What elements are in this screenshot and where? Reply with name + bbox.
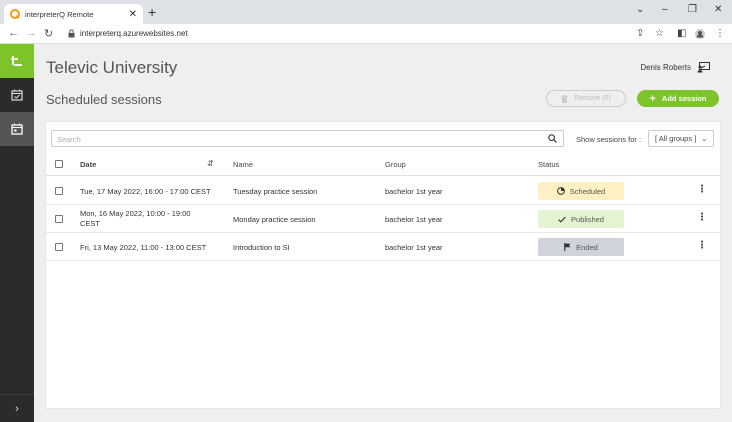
restore-icon[interactable]: ❐	[688, 4, 697, 15]
status-badge: Ended	[538, 238, 624, 256]
row-actions-icon[interactable]: ⋮	[697, 185, 707, 195]
sidebar-item-scheduled[interactable]	[0, 112, 34, 146]
televic-logo-icon	[11, 56, 22, 66]
row-checkbox[interactable]	[55, 243, 63, 251]
app-logo[interactable]	[0, 44, 34, 78]
row-actions-icon[interactable]: ⋮	[697, 213, 707, 223]
row-actions-icon[interactable]: ⋮	[697, 241, 707, 251]
table-header: Date ⇵ Name Group Status	[46, 152, 720, 176]
bookmark-star-icon[interactable]: ☆	[655, 28, 664, 39]
row-checkbox[interactable]	[55, 187, 63, 195]
row-name: Introduction to SI	[233, 243, 290, 252]
row-date: Mon, 16 May 2022, 10:00 - 19:00 CEST	[80, 209, 191, 228]
row-group: bachelor 1st year	[385, 187, 443, 196]
tab-close-icon[interactable]: ✕	[129, 9, 137, 20]
chevron-down-icon: ⌄	[701, 135, 708, 143]
status-text: Scheduled	[569, 186, 606, 196]
app: › Televic University Denis Roberts Sched…	[0, 44, 732, 422]
row-name: Tuesday practice session	[233, 187, 318, 196]
share-icon[interactable]: ⇪	[636, 28, 644, 39]
tab-title: interpreterQ Remote	[25, 9, 94, 19]
status-badge: Published	[538, 210, 624, 228]
main-content: Televic University Denis Roberts Schedul…	[34, 44, 732, 422]
search-placeholder: Search	[57, 135, 81, 144]
calendar-check-icon	[11, 89, 23, 101]
user-name: Denis Roberts	[640, 63, 691, 72]
tab-search-chevron-icon[interactable]: ⌄	[636, 4, 644, 15]
status-text: Ended	[576, 242, 598, 252]
row-group: bachelor 1st year	[385, 243, 443, 252]
row-date: Fri, 13 May 2022, 11:00 - 13:00 CEST	[80, 243, 207, 252]
user-menu[interactable]: Denis Roberts	[640, 62, 710, 73]
clock-icon	[556, 187, 565, 195]
check-icon	[558, 216, 566, 223]
select-all-checkbox[interactable]	[55, 160, 63, 168]
table-row[interactable]: Mon, 16 May 2022, 10:00 - 19:00 CEST Mon…	[46, 205, 720, 233]
remove-label: Remove (0)	[574, 95, 611, 102]
column-group[interactable]: Group	[385, 160, 406, 169]
browser-tab-bar: interpreterQ Remote ✕ + ⌄ – ❐ ✕	[0, 0, 732, 24]
back-arrow-icon[interactable]: ←	[8, 27, 19, 39]
sort-icon[interactable]: ⇵	[207, 159, 214, 168]
group-filter-value: [ All groups ]	[655, 134, 697, 143]
app-favicon-icon	[10, 9, 20, 19]
column-date[interactable]: Date	[80, 160, 96, 169]
calendar-icon	[11, 123, 23, 135]
lock-icon	[68, 29, 75, 38]
new-tab-button[interactable]: +	[148, 5, 156, 19]
presenter-icon	[697, 62, 710, 73]
expand-sidebar-icon[interactable]: ›	[0, 394, 34, 422]
search-icon[interactable]	[548, 134, 557, 143]
url-text[interactable]: interpreterq.azurewebsites.net	[80, 29, 188, 38]
sidebar-item-sessions[interactable]	[0, 78, 34, 112]
side-panel-icon[interactable]: ◧	[677, 28, 686, 39]
organization-title: Televic University	[46, 58, 178, 77]
row-name: Monday practice session	[233, 215, 316, 224]
search-input[interactable]: Search	[51, 130, 564, 147]
window-close-icon[interactable]: ✕	[714, 4, 722, 15]
row-checkbox[interactable]	[55, 215, 63, 223]
table-row[interactable]: Tue, 17 May 2022, 16:00 - 17:00 CEST Tue…	[46, 177, 720, 205]
flag-icon	[564, 243, 571, 251]
add-session-button[interactable]: + Add session	[637, 90, 719, 107]
sidebar: ›	[0, 44, 34, 422]
profile-icon[interactable]	[695, 29, 705, 39]
show-sessions-label: Show sessions for :	[576, 135, 642, 144]
reload-icon[interactable]: ↻	[44, 27, 53, 40]
column-name[interactable]: Name	[233, 160, 253, 169]
status-badge: Scheduled	[538, 182, 624, 200]
minimize-icon[interactable]: –	[662, 4, 668, 15]
browser-tab[interactable]: interpreterQ Remote ✕	[4, 4, 143, 24]
browser-menu-icon[interactable]: ⋮	[715, 28, 725, 39]
column-status[interactable]: Status	[538, 160, 559, 169]
address-bar: ← → ↻ interpreterq.azurewebsites.net ⇪ ☆…	[0, 24, 732, 44]
row-group: bachelor 1st year	[385, 215, 443, 224]
plus-icon: +	[649, 92, 656, 105]
trash-icon	[561, 94, 569, 103]
group-filter-select[interactable]: [ All groups ] ⌄	[648, 130, 715, 147]
add-session-label: Add session	[661, 94, 707, 103]
forward-arrow-icon[interactable]: →	[26, 27, 37, 39]
row-date: Tue, 17 May 2022, 16:00 - 17:00 CEST	[80, 187, 211, 196]
table-row[interactable]: Fri, 13 May 2022, 11:00 - 13:00 CEST Int…	[46, 233, 720, 261]
sessions-panel: Search Show sessions for : [ All groups …	[46, 122, 720, 408]
page-title: Scheduled sessions	[46, 92, 162, 107]
status-text: Published	[571, 214, 604, 224]
remove-button[interactable]: Remove (0)	[546, 90, 626, 107]
